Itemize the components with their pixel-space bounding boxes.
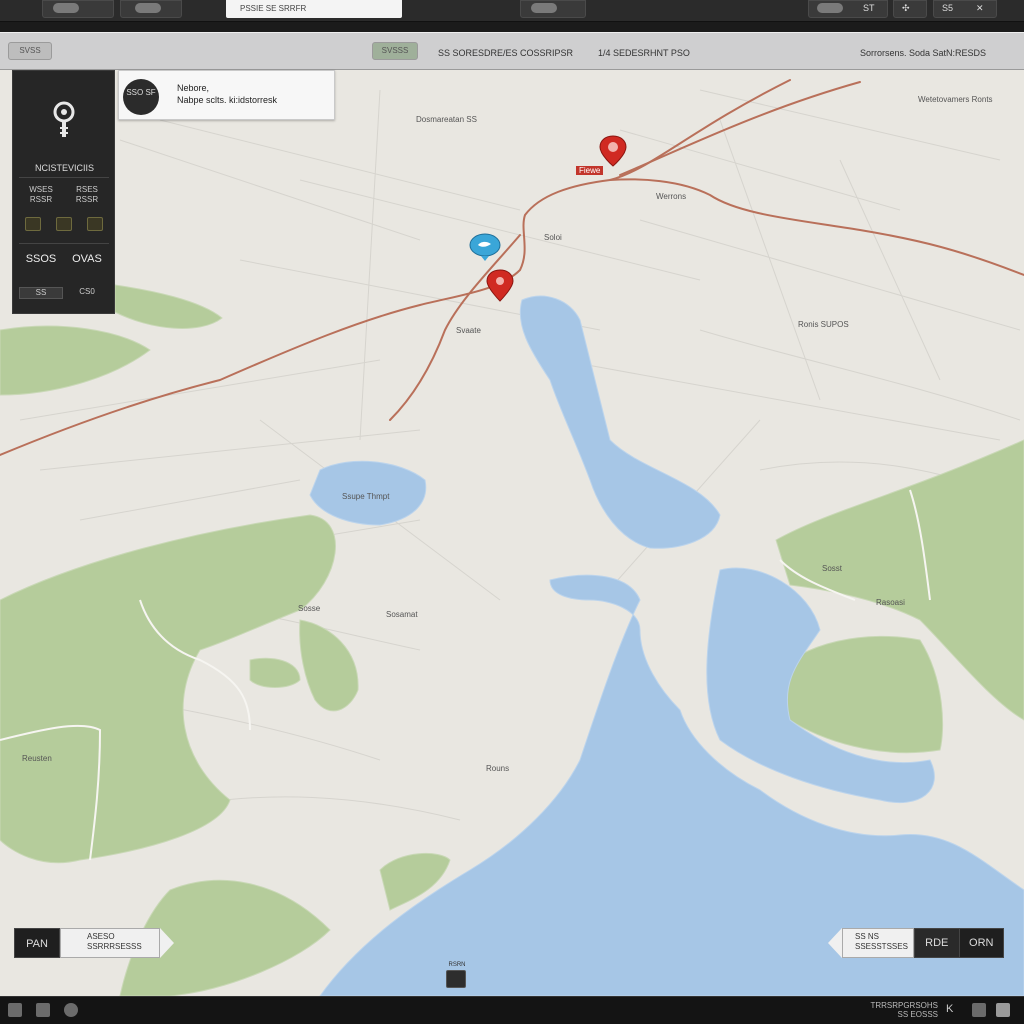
location-blue-icon bbox=[469, 233, 501, 261]
info-subtitle: Nabpe sclts. ki:idstorresk bbox=[177, 95, 278, 105]
sidebar-stat-right: RSES RSSR bbox=[75, 185, 99, 204]
pan-info-line2: SSRRRSESSS bbox=[87, 942, 142, 951]
toolbar-item-3[interactable]: Sorrorsens. Soda SatN:RESDS bbox=[860, 48, 986, 58]
map-label-near-blue: Soloi bbox=[544, 233, 562, 242]
topbar-button-1[interactable] bbox=[42, 0, 114, 18]
route-icon bbox=[531, 3, 557, 13]
location-info-card[interactable]: SSO SF Nebore, Nabpe sclts. ki:idstorres… bbox=[118, 70, 335, 120]
view-info: SS NS SSESSTSSES bbox=[842, 928, 914, 958]
map-label-lower-center: Rouns bbox=[486, 764, 510, 773]
taskbar-status-line1: TRRSRPGRSOHS bbox=[870, 1001, 938, 1010]
map-label-lake-west: Ssupe Thmpt bbox=[342, 492, 390, 501]
parking-icon[interactable] bbox=[56, 217, 72, 231]
topbar-button-6[interactable]: S5 ✕ bbox=[933, 0, 997, 18]
map-pin-icon bbox=[53, 101, 75, 141]
toolbar-pill-left[interactable]: SVSS bbox=[8, 42, 52, 60]
sidebar-title: NCISTEVICIIS bbox=[34, 163, 94, 173]
toolbar-item-1[interactable]: SS SORESDRE/ES COSSRIPSR bbox=[438, 48, 573, 58]
view-control[interactable]: SS NS SSESSTSSES RDE ORN bbox=[828, 928, 1004, 958]
map-label-center-small: Sosamat bbox=[386, 610, 418, 619]
map-canvas[interactable]: Dosmareatan SS Wetetovamers Ronts Werron… bbox=[0, 70, 1024, 996]
map-label-east: Werrons bbox=[656, 192, 687, 201]
current-location-marker[interactable] bbox=[469, 232, 501, 262]
browser-icon[interactable] bbox=[64, 1003, 78, 1017]
view-toggle-option-2[interactable]: ORN bbox=[960, 929, 1004, 957]
map-pin-red-icon bbox=[486, 269, 514, 302]
map-label-top-center: Dosmareatan SS bbox=[416, 115, 477, 124]
sidebar-stat-left: WSES RSSR bbox=[29, 185, 53, 204]
toolbar-item-2[interactable]: 1/4 SEDESRHNT PSO bbox=[598, 48, 690, 58]
view-info-line2: SSESSTSSES bbox=[855, 942, 908, 951]
taskbar-status-line2: SS EOSSS bbox=[897, 1010, 938, 1019]
view-toggle-option-1[interactable]: RDE bbox=[915, 929, 960, 957]
topbar-label-2: S5 bbox=[942, 3, 954, 13]
info-title: Nebore, bbox=[177, 83, 210, 93]
map-label-southwest: Reusten bbox=[22, 754, 52, 763]
sidebar-divider bbox=[19, 177, 109, 178]
settings-button[interactable]: ✣ bbox=[893, 0, 927, 18]
car-icon bbox=[817, 3, 843, 13]
tray-icon[interactable] bbox=[996, 1003, 1010, 1017]
locate-control[interactable]: RSRN bbox=[446, 962, 468, 992]
map-toolbar: SVSS SVSSS SS SORESDRE/ES COSSRIPSR 1/4 … bbox=[0, 32, 1024, 70]
taskbar-clock: K bbox=[946, 1003, 954, 1015]
top-bar: PSSIE SE SRRFR ST ✣ S5 ✕ bbox=[0, 0, 1024, 22]
map-label-west-green: Sosse bbox=[298, 604, 321, 613]
sidebar-divider bbox=[19, 243, 109, 244]
pan-info: ASESO SSRRRSESSS bbox=[60, 928, 160, 958]
taskbar-status: TRRSRPGRSOHS SS EOSSS bbox=[870, 1001, 938, 1019]
view-toggle: RDE ORN bbox=[914, 928, 1004, 958]
map-label-right-mid: Ronis SUPOS bbox=[798, 320, 849, 329]
info-badge: SSO SF bbox=[123, 79, 159, 115]
notification-icon[interactable] bbox=[972, 1003, 986, 1017]
locate-me-icon[interactable] bbox=[446, 970, 466, 988]
map-label-south-lake: Svaate bbox=[456, 326, 481, 335]
search-input[interactable]: PSSIE SE SRRFR bbox=[226, 0, 402, 18]
sidebar-duration: OVAS bbox=[72, 253, 102, 265]
topbar-button-3[interactable] bbox=[520, 0, 586, 18]
waypoint-marker[interactable] bbox=[484, 268, 516, 304]
wrench-icon: ✣ bbox=[902, 3, 910, 13]
toolbar-pill-active[interactable]: SVSSS bbox=[372, 42, 418, 60]
folder-icon[interactable] bbox=[36, 1003, 50, 1017]
topbar-button-4[interactable]: ST bbox=[808, 0, 888, 18]
topbar-button-2[interactable] bbox=[120, 0, 182, 18]
restaurant-icon[interactable] bbox=[87, 217, 103, 231]
map-label-top-right: Wetetovamers Ronts bbox=[918, 95, 993, 104]
sidebar-eta: CS0 bbox=[79, 287, 95, 296]
close-icon: ✕ bbox=[976, 3, 984, 13]
topbar-label-1: ST bbox=[863, 3, 875, 13]
view-info-line1: SS NS bbox=[855, 932, 880, 941]
sidebar-distance: SSOS bbox=[25, 253, 57, 265]
start-icon[interactable] bbox=[8, 1003, 22, 1017]
taskbar: TRRSRPGRSOHS SS EOSSS K bbox=[0, 996, 1024, 1024]
cloud-icon bbox=[53, 3, 79, 13]
pan-button[interactable]: PAN bbox=[14, 928, 60, 958]
map-label-east-green: Sosst bbox=[822, 564, 843, 573]
route-sidebar: NCISTEVICIIS WSES RSSR RSES RSSR SSOS OV… bbox=[12, 70, 115, 314]
layers-icon bbox=[135, 3, 161, 13]
locate-label: RSRN bbox=[448, 962, 466, 968]
map-graphics bbox=[0, 70, 1024, 996]
arrow-left-icon bbox=[828, 928, 842, 958]
arrow-right-icon bbox=[160, 928, 174, 958]
destination-label: Fiewe bbox=[576, 166, 604, 175]
fuel-icon[interactable] bbox=[25, 217, 41, 231]
sidebar-mode-button[interactable]: SS bbox=[19, 287, 63, 299]
map-label-east-green-2: Rasoasi bbox=[876, 598, 905, 607]
pan-info-line1: ASESO bbox=[87, 932, 115, 941]
